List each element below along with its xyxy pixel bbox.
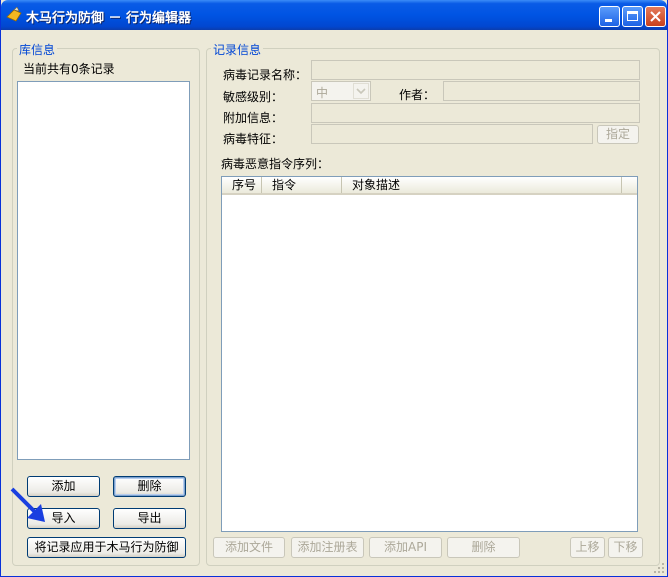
add-api-button[interactable]: 添加API <box>369 537 442 558</box>
minimize-icon <box>605 19 612 22</box>
record-count-text: 当前共有0条记录 <box>23 62 115 76</box>
maximize-icon <box>627 11 638 21</box>
trojan-shield-app-icon <box>6 7 22 22</box>
command-sequence-list[interactable]: 序号 指令 对象描述 <box>221 176 638 532</box>
resize-grip-icon[interactable] <box>653 562 665 574</box>
record-group-label: 记录信息 <box>211 41 264 58</box>
export-button[interactable]: 导出 <box>113 508 186 529</box>
close-icon <box>650 11 661 22</box>
sensitivity-select[interactable]: 中 <box>311 81 371 101</box>
command-sequence-label: 病毒恶意指令序列： <box>221 157 330 171</box>
extra-info-field[interactable] <box>311 103 640 123</box>
author-label: 作者： <box>399 88 436 102</box>
close-button[interactable] <box>645 6 666 27</box>
delete-record-button[interactable]: 删除 <box>113 476 186 497</box>
virus-name-field[interactable] <box>311 60 640 80</box>
minimize-button[interactable] <box>599 6 620 27</box>
add-file-button[interactable]: 添加文件 <box>213 537 285 558</box>
move-up-button[interactable]: 上移 <box>570 537 605 558</box>
maximize-button[interactable] <box>622 6 643 27</box>
chevron-down-icon <box>356 88 366 95</box>
delete-command-button[interactable]: 删除 <box>447 537 520 558</box>
signature-label: 病毒特征： <box>223 132 284 146</box>
apply-records-button[interactable]: 将记录应用于木马行为防御 <box>27 537 186 558</box>
library-record-list[interactable] <box>17 81 190 460</box>
column-header-object-description[interactable]: 对象描述 <box>342 177 622 193</box>
column-header-index[interactable]: 序号 <box>222 177 262 193</box>
window-title: 木马行为防御 － 行为编辑器 <box>26 11 192 26</box>
specify-button[interactable]: 指定 <box>597 125 639 144</box>
sensitivity-label: 敏感级别： <box>223 90 284 104</box>
virus-name-label: 病毒记录名称： <box>223 68 308 82</box>
signature-field[interactable] <box>311 124 593 144</box>
column-header-command[interactable]: 指令 <box>262 177 342 193</box>
title-bar[interactable]: 木马行为防御 － 行为编辑器 <box>1 0 667 30</box>
move-down-button[interactable]: 下移 <box>608 537 643 558</box>
pointer-arrow-icon <box>10 487 45 522</box>
list-header: 序号 指令 对象描述 <box>222 177 637 195</box>
add-registry-button[interactable]: 添加注册表 <box>291 537 364 558</box>
sensitivity-value: 中 <box>316 86 329 100</box>
author-field[interactable] <box>443 81 640 101</box>
extra-info-label: 附加信息： <box>223 111 284 125</box>
library-group-label: 库信息 <box>17 41 58 58</box>
editor-window: 木马行为防御 － 行为编辑器 库信息 当前共有0条记录 添加 删除 导入 导出 … <box>0 0 668 577</box>
